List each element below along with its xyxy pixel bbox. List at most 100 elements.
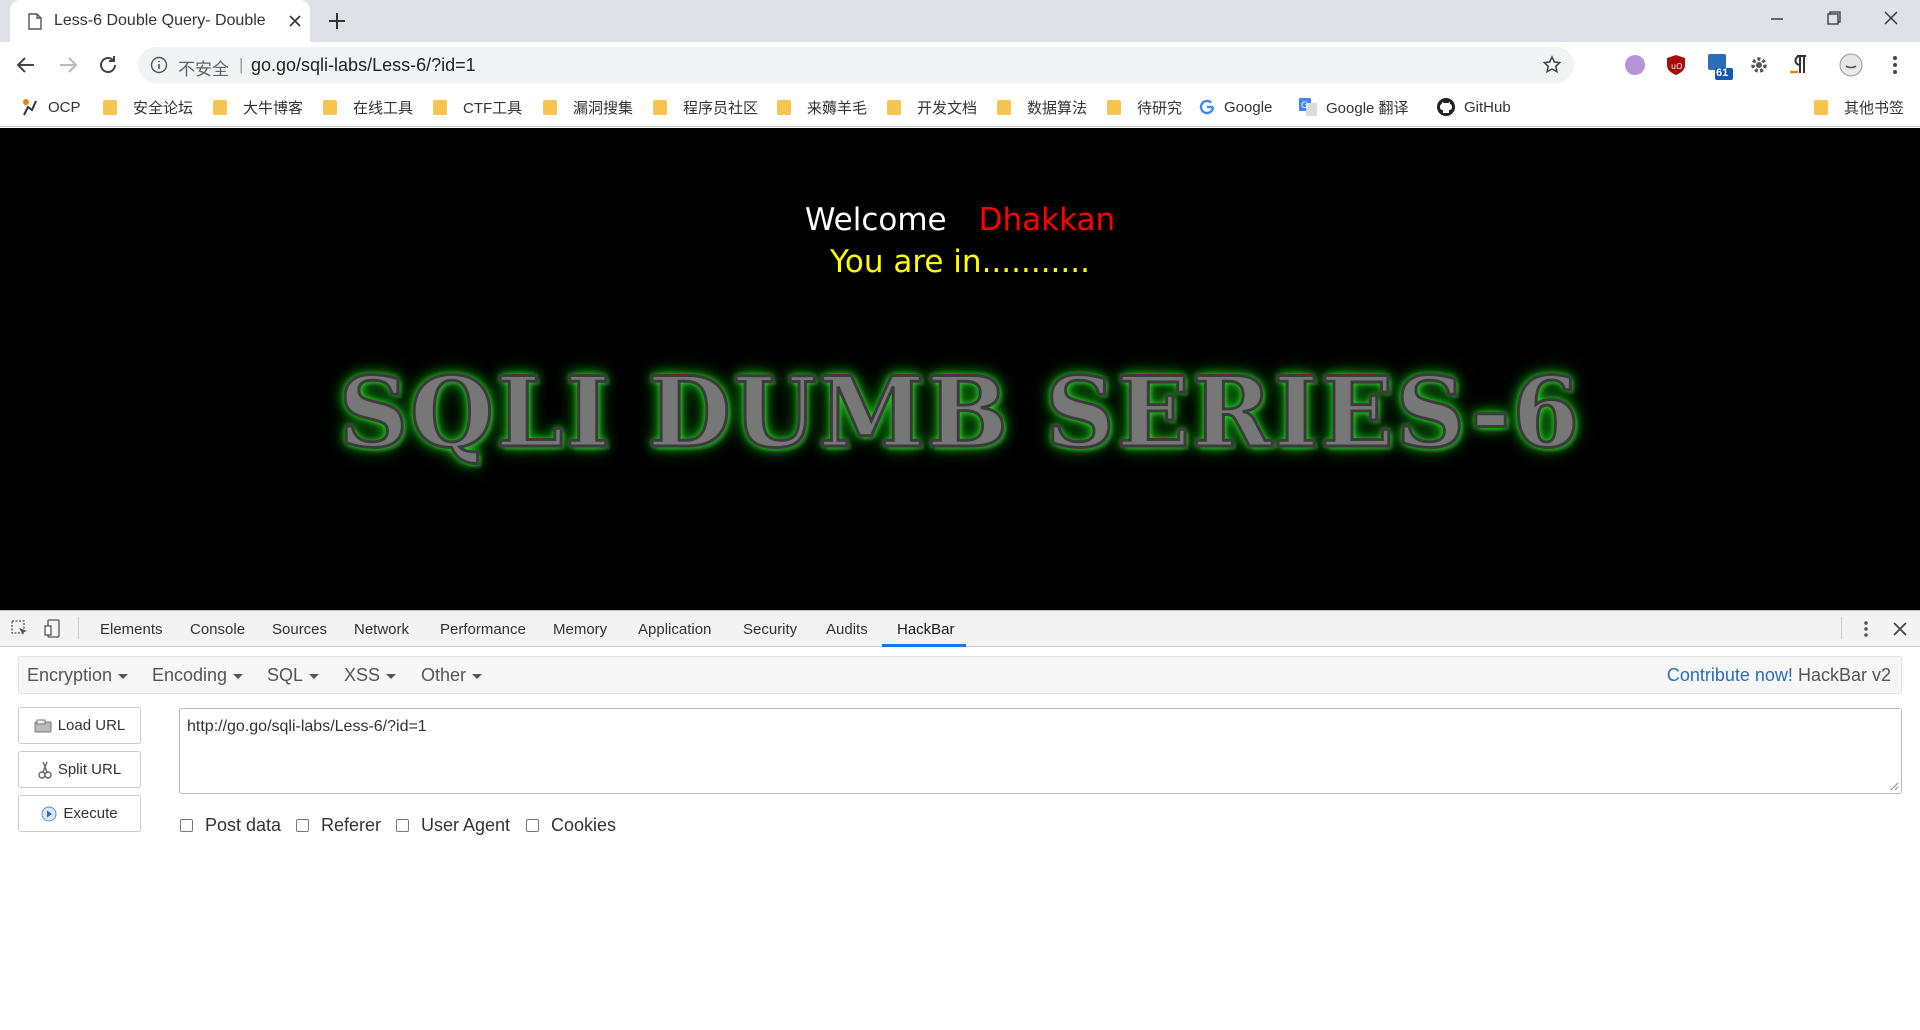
checkbox-box[interactable] [296,819,309,832]
gear-icon[interactable] [1746,52,1772,78]
new-tab-icon[interactable] [326,10,348,32]
close-devtools-icon[interactable] [1890,619,1910,639]
close-tab-icon[interactable] [286,12,304,30]
devtools-tabbar: Elements Console Sources Network Perform… [0,611,1920,647]
tab-performance[interactable]: Performance [440,621,526,638]
menu-sql[interactable]: SQL [267,665,320,686]
bookmark-star-icon[interactable] [1542,55,1562,75]
bookmark-label: CTF工具 [463,99,523,117]
badge-extension-icon[interactable]: 61 [1705,52,1733,80]
bookmark-folder[interactable]: 来薅羊毛 [777,95,867,119]
ublock-shield-icon[interactable]: uO [1663,52,1689,78]
bookmark-google[interactable]: Google [1198,95,1272,119]
bookmark-label: OCP [48,98,81,116]
tab-console[interactable]: Console [190,621,245,638]
device-toolbar-icon[interactable] [44,619,62,639]
tab-hackbar[interactable]: HackBar [897,621,955,638]
close-window-icon[interactable] [1878,8,1904,30]
url-text[interactable]: go.go/sqli-labs/Less-6/?id=1 [251,55,476,76]
tab-security[interactable]: Security [743,621,797,638]
folder-icon [777,99,791,115]
bookmark-github[interactable]: GitHub [1436,95,1511,119]
url-textarea[interactable]: http://go.go/sqli-labs/Less-6/?id=1 [179,708,1902,794]
url-textarea-value: http://go.go/sqli-labs/Less-6/?id=1 [187,718,427,735]
tab-application[interactable]: Application [638,621,711,638]
menu-xss[interactable]: XSS [344,665,397,686]
caret-down-icon [386,673,397,679]
button-label: Load URL [57,717,126,734]
execute-button[interactable]: Execute [18,795,141,832]
reload-icon[interactable] [96,53,120,77]
svg-text:uO: uO [1671,62,1682,71]
bookmark-other-folder[interactable]: 其他书签 [1814,95,1904,119]
bookmark-folder[interactable]: 数据算法 [997,95,1087,119]
caret-down-icon [233,673,244,679]
bookmark-label: 开发文档 [917,99,978,117]
bookmark-folder[interactable]: 程序员社区 [653,95,758,119]
extension-circle-icon[interactable] [1622,52,1648,78]
button-label: Execute [63,805,118,822]
bookmark-folder[interactable]: 大牛博客 [213,95,303,119]
checkbox-label: Post data [205,815,282,835]
restore-icon[interactable] [1820,8,1846,30]
active-tab-indicator [882,644,966,647]
bookmark-folder[interactable]: 在线工具 [323,95,413,119]
folder-icon [433,99,447,115]
post-data-checkbox[interactable]: Post data [180,815,281,836]
tab-audits[interactable]: Audits [826,621,868,638]
bookmark-folder[interactable]: 漏洞搜集 [543,95,633,119]
welcome-text: Welcome [804,202,947,238]
menu-dots-icon[interactable] [1882,52,1908,78]
contribute-link[interactable]: Contribute now! [1667,665,1793,685]
referer-checkbox[interactable]: Referer [296,815,381,836]
info-icon[interactable] [150,56,168,74]
bookmark-folder[interactable]: 安全论坛 [103,95,193,119]
ocp-icon [20,97,40,117]
folder-icon [1107,99,1121,115]
bookmark-label: Google 翻译 [1326,99,1409,117]
back-icon[interactable] [14,53,38,77]
load-url-button[interactable]: Load URL [18,707,141,744]
checkbox-label: User Agent [421,815,511,835]
bookmark-label: 大牛博客 [243,99,304,117]
more-options-icon[interactable] [1856,619,1876,639]
login-status: You are in........... [830,244,1090,280]
split-url-button[interactable]: Split URL [18,751,141,788]
resize-grip-icon[interactable] [1889,781,1899,791]
tab-elements[interactable]: Elements [100,621,163,638]
menu-encryption[interactable]: Encryption [27,665,129,686]
bookmark-folder[interactable]: 待研究 [1107,95,1182,119]
folder-icon [653,99,667,115]
tab-network[interactable]: Network [354,621,409,638]
tab-sources[interactable]: Sources [272,621,327,638]
caret-down-icon [118,673,129,679]
forward-icon[interactable] [56,53,80,77]
browser-toolbar: 不安全 | go.go/sqli-labs/Less-6/?id=1 uO 61 [0,42,1920,87]
tab-title: Less-6 Double Query- Double [54,12,266,29]
menu-encoding[interactable]: Encoding [152,665,244,686]
bookmark-google-translate[interactable]: G Google 翻译 [1298,95,1409,119]
separator: | [239,55,244,74]
address-bar[interactable]: 不安全 | go.go/sqli-labs/Less-6/?id=1 [138,47,1574,83]
menu-other[interactable]: Other [421,665,483,686]
toolbar-divider [78,617,79,639]
paragraph-icon[interactable] [1786,52,1812,78]
user-agent-checkbox[interactable]: User Agent [396,815,510,836]
folder-icon [543,99,557,115]
menu-label: Encryption [27,665,113,685]
checkbox-box[interactable] [396,819,409,832]
browser-tab[interactable]: Less-6 Double Query- Double [10,0,310,42]
hackbar-menubar: Encryption Encoding SQL XSS Other Contri… [18,656,1902,694]
bookmark-ocp[interactable]: OCP [20,95,81,119]
menu-label: XSS [344,665,381,685]
checkbox-box[interactable] [526,819,539,832]
minimize-icon[interactable] [1764,8,1790,30]
inspect-element-icon[interactable] [11,620,29,638]
profile-avatar-icon[interactable] [1838,52,1864,78]
bookmark-folder[interactable]: CTF工具 [433,95,522,119]
checkbox-box[interactable] [180,819,193,832]
bookmark-folder[interactable]: 开发文档 [887,95,977,119]
cookies-checkbox[interactable]: Cookies [526,815,616,836]
security-label: 不安全 [178,60,229,79]
tab-memory[interactable]: Memory [553,621,607,638]
